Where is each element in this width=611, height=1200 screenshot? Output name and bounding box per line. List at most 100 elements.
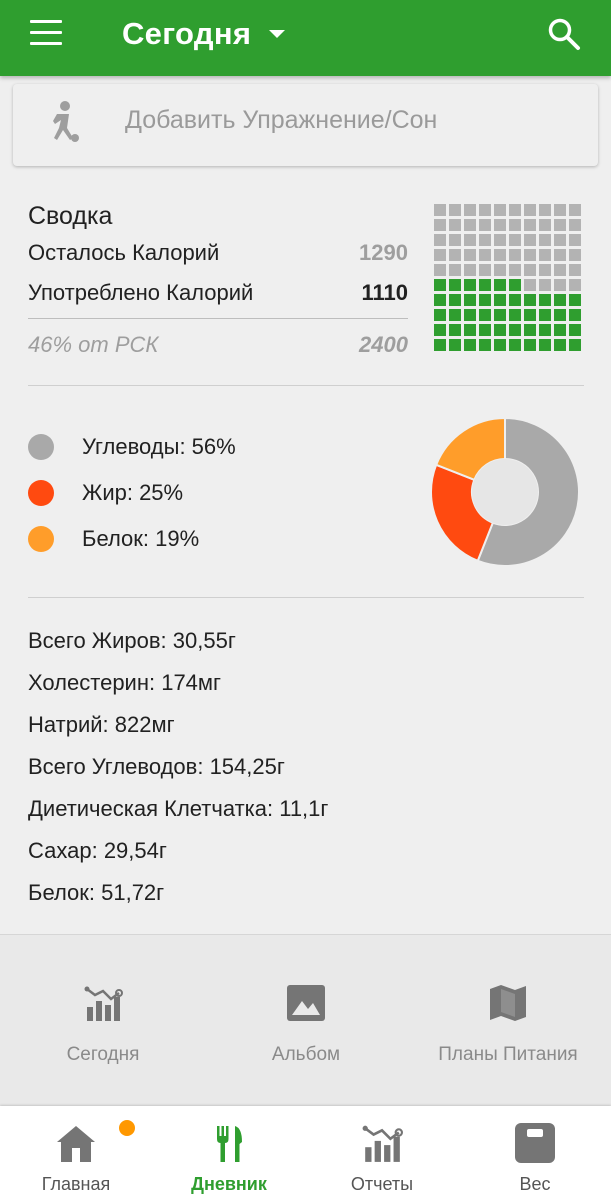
menu-icon[interactable]: [30, 20, 66, 48]
grid-cell: [464, 339, 476, 351]
grid-cell: [494, 339, 506, 351]
grid-cell: [434, 249, 446, 261]
grid-cell: [539, 339, 551, 351]
grid-cell: [434, 309, 446, 321]
grid-cell: [569, 309, 581, 321]
rsk-percent-label: 46% от РСК: [28, 332, 159, 357]
grid-cell: [479, 294, 491, 306]
grid-cell: [464, 219, 476, 231]
grid-cell: [509, 234, 521, 246]
grid-cell: [524, 279, 536, 291]
grid-cell: [569, 264, 581, 276]
grid-cell: [539, 279, 551, 291]
grid-cell: [494, 204, 506, 216]
grid-cell: [479, 249, 491, 261]
grid-cell: [464, 264, 476, 276]
grid-cell: [524, 249, 536, 261]
map-icon: [490, 985, 526, 1021]
grid-cell: [539, 264, 551, 276]
grid-cell: [494, 294, 506, 306]
grid-cell: [479, 339, 491, 351]
grid-cell: [449, 264, 461, 276]
grid-cell: [539, 249, 551, 261]
grid-cell: [569, 249, 581, 261]
grid-cell: [449, 249, 461, 261]
grid-cell: [479, 234, 491, 246]
grid-cell: [449, 204, 461, 216]
grid-cell: [509, 249, 521, 261]
grid-cell: [509, 309, 521, 321]
grid-cell: [509, 264, 521, 276]
grid-cell: [494, 309, 506, 321]
date-selector[interactable]: Сегодня: [122, 14, 286, 54]
nutrient-total-carbs: Всего Углеводов: 154,25г: [28, 754, 285, 779]
grid-cell: [539, 219, 551, 231]
grid-cell: [524, 324, 536, 336]
quick-action-today[interactable]: Сегодня: [33, 935, 173, 1107]
grid-cell: [434, 339, 446, 351]
nutrient-protein: Белок: 51,72г: [28, 880, 165, 905]
chart-trend-icon: [84, 986, 123, 1021]
grid-cell: [449, 234, 461, 246]
grid-cell: [509, 279, 521, 291]
grid-cell: [554, 204, 566, 216]
grid-cell: [494, 324, 506, 336]
fat-color-dot: [28, 480, 54, 506]
grid-cell: [554, 249, 566, 261]
caret-down-icon: [269, 30, 286, 38]
grid-cell: [434, 324, 446, 336]
section-divider: [28, 385, 584, 386]
calories-remaining-value: 1290: [359, 240, 408, 265]
grid-cell: [539, 234, 551, 246]
quick-action-today-label: Сегодня: [66, 1044, 140, 1065]
nutrient-fiber: Диетическая Клетчатка: 11,1г: [28, 796, 329, 821]
nutrient-sodium: Натрий: 822мг: [28, 712, 175, 737]
grid-cell: [569, 339, 581, 351]
nav-diary[interactable]: Дневник: [168, 1106, 290, 1200]
grid-cell: [554, 309, 566, 321]
grid-cell: [494, 279, 506, 291]
grid-cell: [554, 234, 566, 246]
grid-cell: [539, 204, 551, 216]
grid-cell: [539, 324, 551, 336]
grid-cell: [464, 249, 476, 261]
grid-cell: [524, 339, 536, 351]
grid-cell: [509, 204, 521, 216]
quick-action-meal-plans[interactable]: Планы Питания: [438, 935, 578, 1107]
add-exercise-sleep-button[interactable]: Добавить Упражнение/Сон: [13, 84, 598, 166]
carbs-color-dot: [28, 434, 54, 460]
grid-cell: [554, 339, 566, 351]
grid-cell: [464, 324, 476, 336]
rsk-value: 2400: [359, 332, 408, 357]
grid-cell: [569, 279, 581, 291]
summary-title: Сводка: [28, 202, 113, 230]
protein-label: Белок: 19%: [82, 526, 200, 551]
grid-cell: [494, 249, 506, 261]
page-title: Сегодня: [122, 16, 252, 51]
grid-cell: [569, 294, 581, 306]
grid-cell: [464, 234, 476, 246]
add-exercise-sleep-label: Добавить Упражнение/Сон: [125, 106, 438, 134]
grid-cell: [539, 309, 551, 321]
home-icon: [57, 1126, 95, 1162]
grid-cell: [509, 219, 521, 231]
nav-home[interactable]: Главная: [15, 1106, 137, 1200]
notification-badge: [119, 1120, 135, 1136]
grid-cell: [434, 294, 446, 306]
grid-cell: [554, 294, 566, 306]
summary-section: Сводка Осталось Калорий 1290 Употреблено…: [0, 182, 611, 932]
grid-cell: [524, 234, 536, 246]
quick-action-album[interactable]: Альбом: [236, 935, 376, 1107]
grid-cell: [524, 264, 536, 276]
nav-reports[interactable]: Отчеты: [321, 1106, 443, 1200]
grid-cell: [479, 279, 491, 291]
grid-cell: [554, 324, 566, 336]
grid-cell: [509, 294, 521, 306]
nav-weight[interactable]: Вес: [474, 1106, 596, 1200]
nav-reports-label: Отчеты: [350, 1174, 414, 1194]
grid-cell: [569, 324, 581, 336]
nav-home-label: Главная: [41, 1174, 111, 1194]
grid-cell: [479, 309, 491, 321]
grid-cell: [494, 264, 506, 276]
search-icon[interactable]: [546, 16, 582, 52]
